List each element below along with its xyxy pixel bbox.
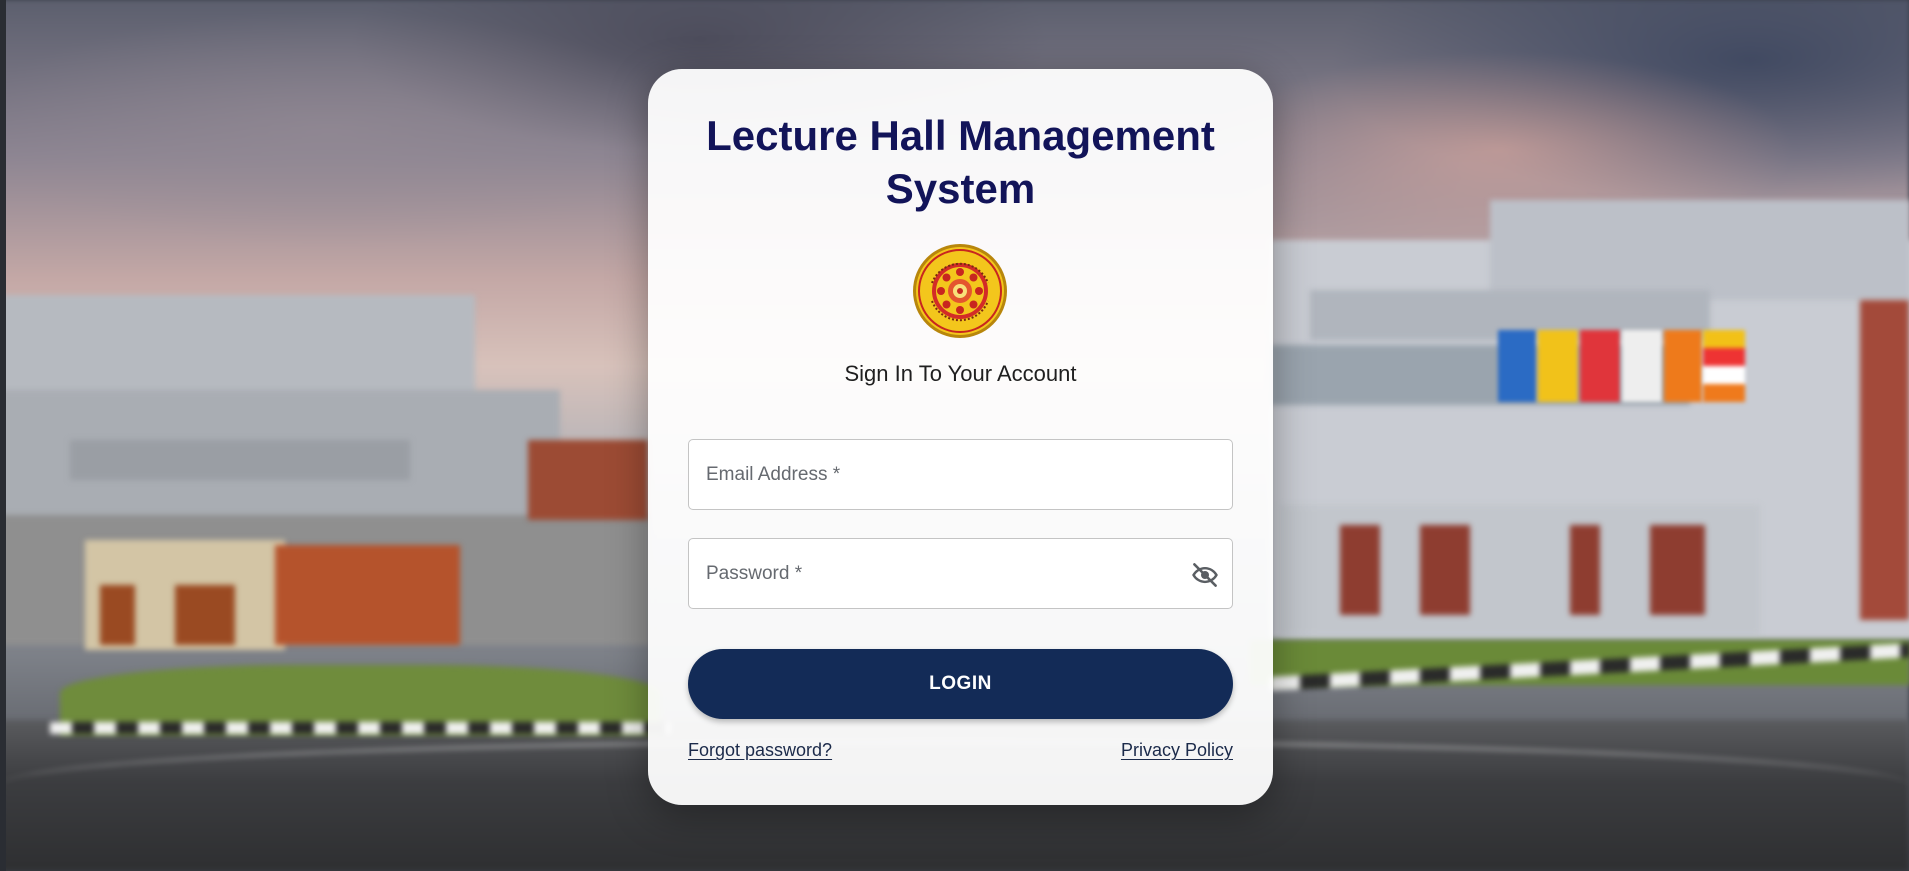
page-title: Lecture Hall Management System <box>706 112 1215 212</box>
privacy-policy-link[interactable]: Privacy Policy <box>1121 740 1233 761</box>
password-field[interactable] <box>688 538 1233 609</box>
university-seal-icon <box>912 243 1008 339</box>
login-button[interactable]: LOGIN <box>688 649 1233 719</box>
email-field[interactable] <box>688 439 1233 510</box>
forgot-password-link[interactable]: Forgot password? <box>688 740 832 761</box>
password-input[interactable] <box>689 539 1232 608</box>
sign-in-heading: Sign In To Your Account <box>844 361 1077 386</box>
eye-off-icon[interactable] <box>1190 560 1220 590</box>
login-card: Lecture Hall Management System Sign In T… <box>648 69 1273 805</box>
email-input[interactable] <box>689 440 1232 509</box>
